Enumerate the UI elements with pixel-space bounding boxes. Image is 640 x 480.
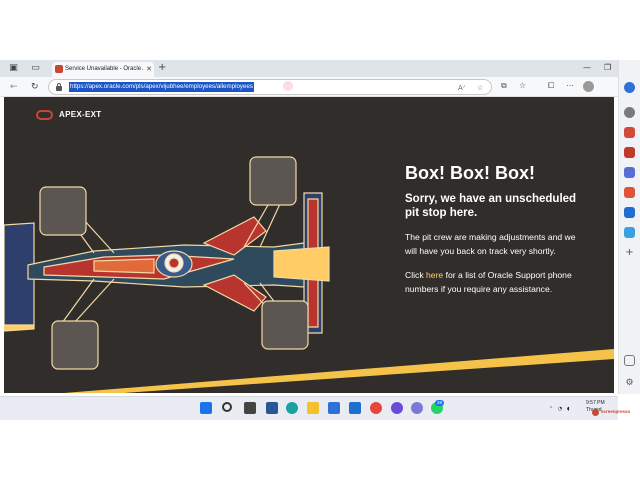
front-right-wheel — [51, 320, 99, 370]
favorites-icon[interactable]: ☆ — [519, 80, 526, 92]
sidebar-layout-icon[interactable] — [624, 355, 635, 366]
browser-tab-strip: ▣ ▭ Service Unavailable - Oracle APEX ✕ … — [0, 60, 618, 77]
windows-taskbar: 28 ⌃ ◔ ◖ 9:57 PM Thursd — [0, 396, 618, 420]
split-screen-icon[interactable]: ⧉ — [501, 80, 507, 92]
task-view-icon[interactable] — [244, 402, 256, 414]
support-link[interactable]: here — [426, 270, 443, 280]
screenpresso-watermark: screenpresso — [592, 408, 638, 419]
error-paragraph: The pit crew are making adjustments and … — [405, 232, 576, 256]
search-icon[interactable] — [222, 402, 232, 412]
tray-overflow-icon[interactable]: ⌃ — [549, 406, 553, 412]
screenpresso-logo-icon — [592, 409, 599, 416]
edge-icon[interactable] — [286, 402, 298, 414]
drop-icon[interactable] — [624, 227, 635, 238]
mail-icon[interactable] — [349, 402, 361, 414]
sidebar-settings-icon[interactable]: ⚙ — [624, 378, 635, 389]
support-prefix: Click — [405, 270, 427, 280]
file-explorer-icon[interactable] — [307, 402, 319, 414]
volume-icon[interactable]: ◖ — [567, 406, 570, 412]
page-content: APEX-EXT Box! Box! Box! Sorry, we have a… — [4, 97, 614, 393]
widgets-icon[interactable] — [266, 402, 278, 414]
race-car-illustration — [4, 156, 330, 370]
windows-start-icon[interactable] — [200, 402, 212, 414]
new-tab-icon[interactable]: + — [158, 62, 166, 74]
watermark-text: screenpresso — [601, 409, 631, 414]
mouse-cursor — [283, 81, 293, 91]
error-subheading: Sorry, we have an unscheduled pit stop h… — [405, 193, 577, 219]
back-icon[interactable]: ← — [10, 81, 18, 93]
search-icon[interactable] — [624, 107, 635, 118]
favorite-icon[interactable]: ☆ — [477, 82, 483, 94]
lock-icon[interactable] — [56, 83, 62, 91]
wifi-icon[interactable]: ◔ — [558, 406, 562, 412]
edge-sidebar: + ⚙ — [618, 60, 640, 394]
oracle-favicon-icon — [55, 65, 63, 73]
chrome-icon[interactable] — [370, 402, 382, 414]
tools-icon[interactable] — [624, 147, 635, 158]
read-aloud-icon[interactable]: Aᐟ — [458, 82, 466, 94]
profile-avatar[interactable] — [583, 81, 594, 92]
outlook-icon[interactable] — [624, 207, 635, 218]
browser-tab[interactable]: Service Unavailable - Oracle APEX ✕ — [52, 62, 154, 77]
games-icon[interactable] — [624, 167, 635, 178]
address-bar[interactable]: https://apex.oracle.com/pls/apex/vijubhe… — [48, 79, 492, 95]
front-left-wheel — [39, 186, 87, 236]
store-icon[interactable] — [328, 402, 340, 414]
brand-name: APEX-EXT — [59, 110, 102, 119]
browser-toolbar: ← ↻ https://apex.oracle.com/pls/apex/vij… — [0, 77, 618, 97]
tab-title: Service Unavailable - Oracle APEX — [65, 66, 143, 72]
collections-icon[interactable]: ⧠ — [548, 80, 554, 92]
clock-time[interactable]: 9:57 PM — [586, 400, 605, 406]
notification-badge: 28 — [435, 400, 444, 406]
app-icon[interactable] — [391, 402, 403, 414]
shopping-icon[interactable] — [624, 127, 635, 138]
restore-icon[interactable]: ❐ — [604, 62, 611, 74]
minimize-icon[interactable]: — — [583, 62, 591, 74]
support-paragraph: Click here for a list of Oracle Support … — [405, 268, 585, 296]
add-icon[interactable]: + — [624, 247, 635, 258]
bing-icon[interactable] — [624, 82, 635, 93]
refresh-icon[interactable]: ↻ — [31, 81, 39, 93]
app2-icon[interactable] — [411, 402, 423, 414]
rear-right-wheel — [261, 300, 309, 350]
tab-actions-icon[interactable]: ▭ — [30, 63, 41, 74]
office-icon[interactable] — [624, 187, 635, 198]
screen: ▣ ▭ Service Unavailable - Oracle APEX ✕ … — [0, 0, 640, 480]
oracle-logo-icon — [36, 110, 53, 120]
error-message: Box! Box! Box! Sorry, we have an unsched… — [405, 161, 585, 296]
toolbar-more-icon[interactable]: ⋯ — [566, 80, 574, 92]
address-url[interactable]: https://apex.oracle.com/pls/apex/vijubhe… — [69, 82, 254, 92]
rear-left-wheel — [249, 156, 297, 206]
error-heading: Box! Box! Box! — [405, 163, 535, 183]
workspaces-icon[interactable]: ▣ — [8, 63, 19, 74]
tab-close-icon[interactable]: ✕ — [146, 64, 152, 74]
